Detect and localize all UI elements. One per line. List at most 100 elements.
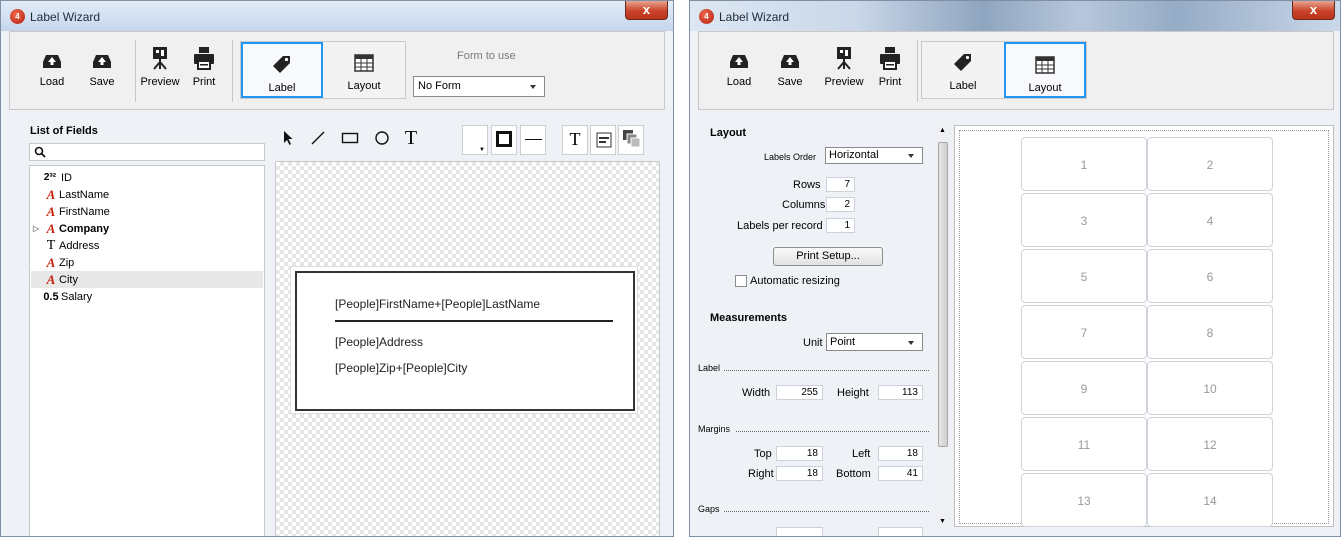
rectangle-tool[interactable] <box>339 125 361 151</box>
labels-order-select[interactable]: Horizontal <box>825 147 923 164</box>
label-cell: 8 <box>1147 305 1273 359</box>
arrow-pointer-icon <box>284 131 293 145</box>
label-wizard-window-layout: 4 Label Wizard x Load Save Preview Print… <box>689 0 1341 537</box>
close-button[interactable]: x <box>1292 1 1335 20</box>
label-cell: 10 <box>1147 361 1273 415</box>
list-item-selected[interactable]: A City <box>31 271 263 288</box>
unit-select[interactable]: Point <box>826 333 923 351</box>
label-section-label: Label <box>698 363 721 373</box>
title-bar[interactable]: 4 Label Wizard x <box>690 1 1340 31</box>
load-button[interactable]: Load <box>719 42 759 100</box>
circle-icon <box>375 131 389 145</box>
mode-tabs: Label Layout <box>921 41 1087 99</box>
automatic-resizing-checkbox[interactable] <box>735 275 747 287</box>
horizontal-gap-input[interactable] <box>776 527 823 536</box>
load-icon <box>719 42 759 70</box>
tag-icon <box>243 44 321 74</box>
tab-layout[interactable]: Layout <box>323 42 405 98</box>
rectangle-icon <box>341 132 359 144</box>
labels-per-record-input[interactable]: 1 <box>826 218 855 233</box>
chevron-down-icon <box>530 85 536 89</box>
label-cell: 7 <box>1021 305 1147 359</box>
list-item[interactable]: A FirstName <box>44 203 110 220</box>
layer-order-tool[interactable] <box>618 125 644 155</box>
alignment-tool[interactable] <box>590 125 616 155</box>
tab-label[interactable]: Label <box>922 42 1004 98</box>
label-design-canvas[interactable]: [People]FirstName+[People]LastName [Peop… <box>275 161 660 536</box>
list-item[interactable]: A Zip <box>44 254 75 271</box>
save-button[interactable]: Save <box>82 42 122 100</box>
list-item[interactable]: T Address <box>44 237 100 254</box>
border-color-tool[interactable] <box>491 125 517 155</box>
text-type-icon: T <box>46 237 56 253</box>
expand-arrow-icon[interactable]: ▷ <box>33 224 39 233</box>
list-item[interactable]: 0.5 Salary <box>43 288 92 305</box>
line-width-tool[interactable] <box>520 125 546 155</box>
print-setup-button[interactable]: Print Setup... <box>773 247 883 266</box>
title-bar[interactable]: 4 Label Wizard x <box>1 1 673 31</box>
close-button[interactable]: x <box>625 1 668 20</box>
bottom-margin-input[interactable]: 41 <box>878 466 923 481</box>
measurements-section-title: Measurements <box>710 312 788 324</box>
tab-label[interactable]: Label <box>241 42 323 98</box>
height-input[interactable]: 113 <box>878 385 923 400</box>
scrollbar-thumb[interactable] <box>938 142 948 447</box>
pointer-tool[interactable] <box>277 125 299 151</box>
text-tool[interactable]: T <box>400 125 422 151</box>
width-input[interactable]: 255 <box>776 385 823 400</box>
label-text-address[interactable]: [People]Address <box>335 335 423 349</box>
print-button[interactable]: Print <box>186 42 222 100</box>
print-button[interactable]: Print <box>872 42 908 100</box>
form-to-use-label: Form to use <box>457 50 516 62</box>
field-search-input[interactable] <box>29 143 265 161</box>
label-separator-line[interactable] <box>335 320 613 322</box>
rows-input[interactable]: 7 <box>826 177 855 192</box>
fill-color-tool[interactable]: ▼ <box>462 125 488 155</box>
preview-button[interactable]: Preview <box>823 42 865 100</box>
label-text-name[interactable]: [People]FirstName+[People]LastName <box>335 297 540 311</box>
label-preview[interactable]: [People]FirstName+[People]LastName [Peop… <box>290 266 638 414</box>
alpha-type-icon: A <box>46 203 56 219</box>
toolbar-separator <box>135 40 136 102</box>
columns-label: Columns <box>782 199 826 211</box>
list-item[interactable]: ▷ A Company <box>33 220 109 237</box>
oval-tool[interactable] <box>371 125 393 151</box>
list-item[interactable]: 2³² ID <box>44 169 72 186</box>
load-button[interactable]: Load <box>32 42 72 100</box>
label-text-zip-city[interactable]: [People]Zip+[People]City <box>335 361 467 375</box>
real-type-icon: 0.5 <box>43 290 59 303</box>
right-margin-label: Right <box>748 468 774 480</box>
unit-label: Unit <box>803 337 823 349</box>
label-cell: 9 <box>1021 361 1147 415</box>
columns-input[interactable]: 2 <box>826 197 855 212</box>
scroll-down-icon[interactable]: ▼ <box>939 518 946 525</box>
grid-table-icon <box>1006 44 1084 74</box>
list-item[interactable]: A LastName <box>44 186 109 203</box>
mode-tabs: Label Layout <box>240 41 406 99</box>
line-tool[interactable] <box>307 125 329 151</box>
preview-button[interactable]: Preview <box>140 42 180 100</box>
width-label: Width <box>742 387 771 399</box>
chevron-down-icon <box>908 341 914 345</box>
label-cell: 5 <box>1021 249 1147 303</box>
top-margin-input[interactable]: 18 <box>776 446 823 461</box>
tab-layout[interactable]: Layout <box>1004 42 1086 98</box>
settings-scrollbar[interactable]: ▲ ▼ <box>936 125 950 527</box>
page-boundary: 1 2 3 4 5 6 7 8 9 10 11 12 13 14 <box>959 130 1329 527</box>
form-select[interactable]: No Form <box>413 76 545 97</box>
right-margin-input[interactable]: 18 <box>776 466 823 481</box>
left-margin-label: Left <box>852 448 871 460</box>
alpha-type-icon: A <box>46 254 56 270</box>
label-cell: 4 <box>1147 193 1273 247</box>
save-button[interactable]: Save <box>770 42 810 100</box>
alpha-type-icon: A <box>46 271 56 287</box>
scroll-up-icon[interactable]: ▲ <box>939 127 946 134</box>
left-margin-input[interactable]: 18 <box>878 446 923 461</box>
font-tool[interactable]: T <box>562 125 588 155</box>
border-square-icon <box>496 131 512 147</box>
alpha-type-icon: A <box>46 186 56 202</box>
label-border: [People]FirstName+[People]LastName [Peop… <box>295 271 635 411</box>
vertical-gap-input[interactable] <box>878 527 923 536</box>
presentation-board-icon <box>823 42 865 70</box>
layers-icon <box>623 130 641 148</box>
